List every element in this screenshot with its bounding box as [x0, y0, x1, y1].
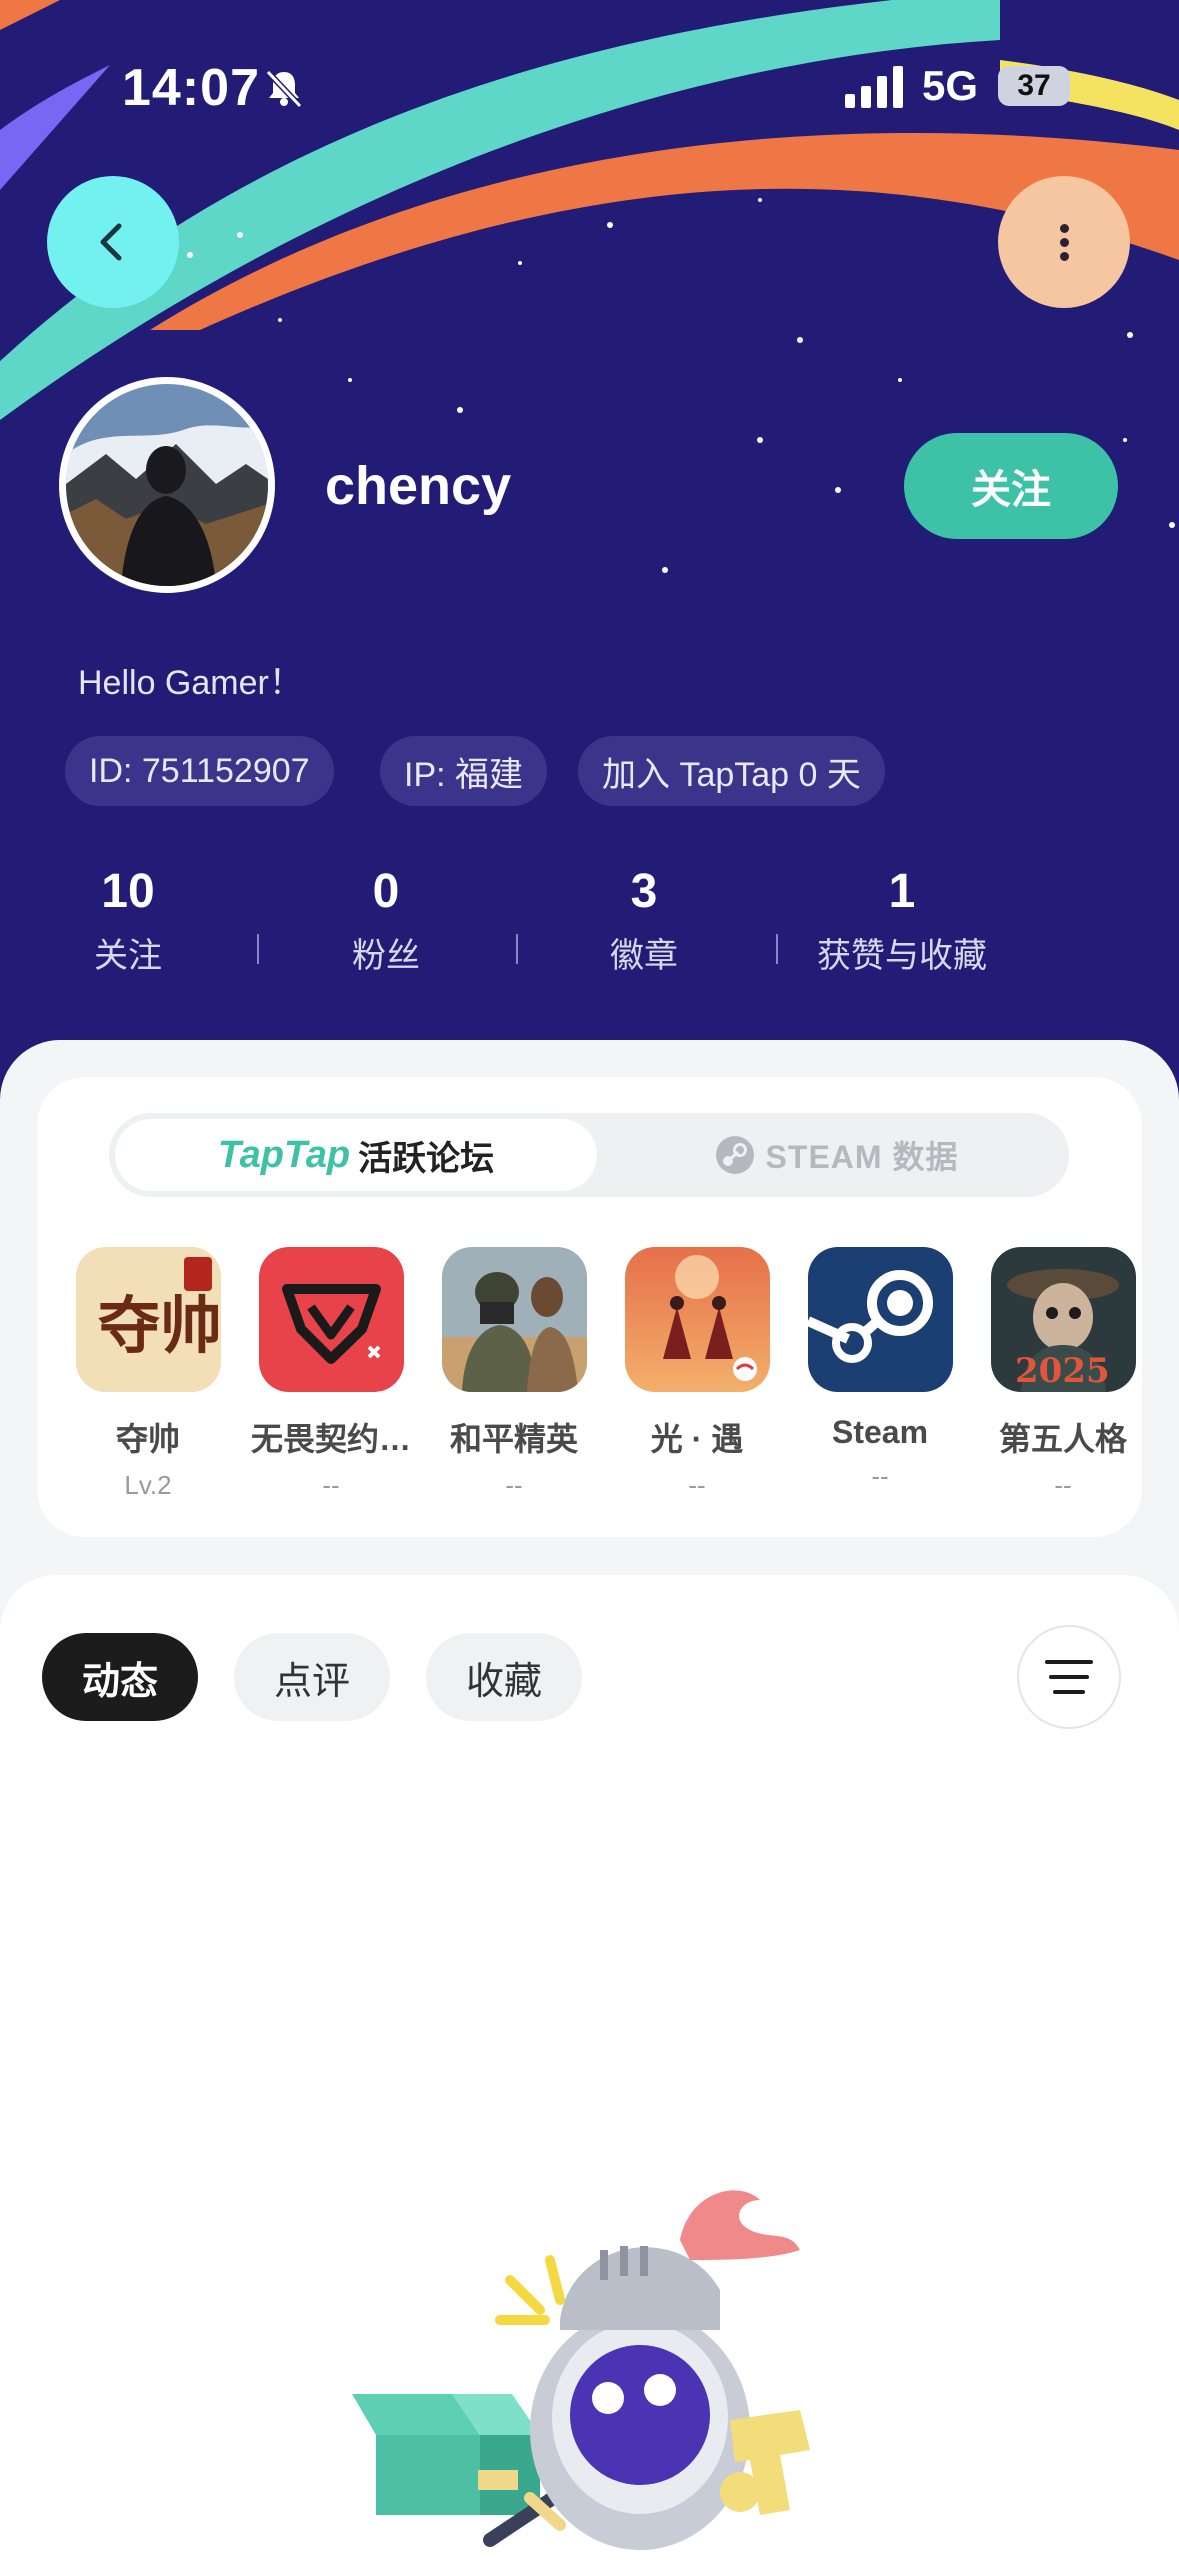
tab-steam-data[interactable]: STEAM 数据: [609, 1119, 1063, 1191]
username: chency: [325, 456, 512, 516]
stat-likes-favorites[interactable]: 1 获赞与收藏: [802, 866, 1002, 977]
more-options-button[interactable]: [998, 176, 1130, 308]
svg-text:2025: 2025: [1015, 1351, 1110, 1391]
stat-badges[interactable]: 3 徽章: [544, 866, 744, 977]
back-button[interactable]: [47, 176, 179, 308]
stat-label: 获赞与收藏: [817, 937, 987, 975]
game-level: --: [688, 1470, 706, 1500]
stat-followers[interactable]: 0 粉丝: [286, 866, 486, 977]
game-item[interactable]: 光 · 遇 --: [607, 1247, 787, 1501]
game-item[interactable]: 2025 第五人格 --: [973, 1247, 1153, 1501]
game-name: 夺帅: [115, 1421, 180, 1457]
join-days-chip: 加入 TapTap 0 天: [578, 736, 885, 806]
steam-logo-icon: [715, 1136, 754, 1174]
game-item[interactable]: 和平精英 --: [424, 1247, 604, 1501]
game-name: Steam: [831, 1414, 929, 1450]
identity-v-game-icon: 2025: [990, 1247, 1136, 1392]
more-vertical-icon: [1059, 219, 1069, 266]
stat-value: 1: [888, 865, 916, 918]
avatar-photo: [66, 384, 268, 586]
game-level: --: [1054, 1470, 1072, 1500]
tab-label: STEAM 数据: [765, 1139, 959, 1175]
game-item[interactable]: 无畏契约… --: [241, 1247, 421, 1501]
battery-level: 37: [1017, 69, 1051, 102]
stat-label: 徽章: [610, 937, 678, 975]
tab-posts[interactable]: 动态: [42, 1633, 198, 1721]
sky-game-icon: [624, 1247, 770, 1392]
valorant-game-icon: [258, 1247, 404, 1392]
game-name: 无畏契约…: [250, 1421, 411, 1457]
filter-button[interactable]: [1017, 1625, 1121, 1729]
network-type: 5G: [922, 62, 979, 109]
stat-label: 粉丝: [352, 937, 420, 975]
game-level: Lv.2: [124, 1470, 172, 1500]
tab-label: 活跃论坛: [358, 1139, 495, 1178]
stat-value: 10: [101, 865, 155, 918]
profile-header: 14:07 5G 37 chency 关注 Hello Gamer！ ID: 7…: [0, 0, 1179, 1120]
avatar[interactable]: [59, 377, 275, 593]
stat-label: 关注: [94, 937, 162, 975]
duoshuai-game-icon: 夺帅: [75, 1247, 221, 1392]
bio-text: Hello Gamer！: [78, 664, 303, 702]
game-level: --: [505, 1470, 523, 1500]
stat-value: 3: [630, 865, 658, 918]
silent-bell-icon: [265, 69, 303, 109]
steam-icon: [807, 1247, 953, 1392]
chevron-left-icon: [100, 223, 122, 261]
empty-state-mascot-illustration: [352, 2190, 810, 2550]
ip-location-chip: IP: 福建: [380, 736, 548, 806]
user-id-chip[interactable]: ID: 751152907: [65, 736, 334, 806]
game-name: 光 · 遇: [650, 1421, 744, 1457]
divider: [776, 934, 778, 964]
svg-text:夺帅: 夺帅: [98, 1289, 221, 1362]
taptap-logo: TapTap: [217, 1133, 351, 1176]
tab-reviews[interactable]: 点评: [234, 1633, 390, 1721]
menu-lines-icon: [1045, 1660, 1093, 1694]
game-name: 第五人格: [998, 1421, 1127, 1457]
game-level: --: [322, 1470, 340, 1500]
tab-favorites[interactable]: 收藏: [426, 1633, 582, 1721]
divider: [516, 934, 518, 964]
battery-icon: 37: [998, 66, 1070, 106]
game-name: 和平精英: [449, 1421, 578, 1457]
game-level: --: [871, 1461, 889, 1491]
stat-value: 0: [372, 865, 400, 918]
stat-following[interactable]: 10 关注: [28, 866, 228, 977]
cellular-signal-icon: [845, 66, 903, 108]
games-segmented-control: TapTap 活跃论坛 STEAM 数据: [109, 1113, 1069, 1197]
game-item[interactable]: Steam --: [790, 1247, 970, 1492]
divider: [257, 934, 259, 964]
peacekeeper-elite-game-icon: [441, 1247, 587, 1392]
game-item[interactable]: 夺帅 夺帅 Lv.2: [58, 1247, 238, 1501]
follow-button[interactable]: 关注: [904, 433, 1118, 539]
status-time: 14:07: [122, 59, 260, 117]
tab-taptap-forum[interactable]: TapTap 活跃论坛: [115, 1119, 597, 1191]
